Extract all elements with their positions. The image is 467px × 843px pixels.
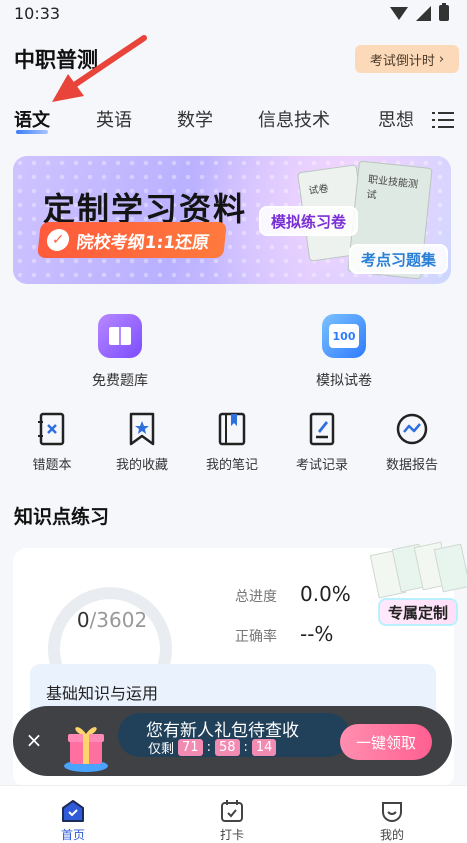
done-count: 0 (76, 608, 90, 632)
annotation-arrow-icon (52, 35, 147, 102)
check-icon: ✓ (45, 229, 71, 251)
calendar-check-icon (221, 800, 243, 822)
timer-colon: : (243, 740, 248, 755)
tab-english[interactable]: 英语 (96, 106, 132, 132)
book-bank-icon (98, 314, 142, 358)
subject-tabs: 语文 英语 数学 信息技术 思想 (0, 102, 467, 142)
free-question-bank[interactable]: 免费题库 (80, 314, 160, 390)
timer-minutes: 58 (214, 739, 240, 756)
tool-favorites[interactable]: 我的收藏 (102, 412, 182, 473)
wrong-book-icon (38, 412, 65, 446)
active-tab-indicator (16, 130, 48, 134)
feature-label-mock-exam: 模拟试卷 (316, 373, 372, 389)
status-bar: 10:33 (0, 0, 467, 26)
notes-icon (218, 412, 246, 446)
tab-it[interactable]: 信息技术 (258, 106, 330, 132)
tool-label: 考试记录 (295, 458, 348, 473)
timer-hours: 71 (178, 739, 203, 756)
data-report-icon (396, 413, 428, 445)
promo-banner[interactable]: 试卷 职业技能测试 定制学习资料 ✓ 院校考纲1:1还原 模拟练习卷 考点习题集 (13, 156, 451, 284)
tool-label: 错题本 (32, 458, 72, 473)
mock-exam[interactable]: 100 模拟试卷 (304, 314, 384, 390)
tool-exam-records[interactable]: 考试记录 (282, 412, 362, 473)
tab-chinese[interactable]: 语文 (14, 106, 50, 132)
gift-box-icon (64, 727, 108, 772)
subject-menu-icon[interactable] (432, 110, 454, 130)
progress-count: 0/3602 (52, 608, 172, 632)
home-icon (62, 800, 84, 822)
book-title-1: 职业技能测试 (365, 174, 419, 202)
nav-label: 打卡 (219, 828, 244, 842)
banner-tag-points: 考点习题集 (349, 244, 449, 274)
tab-math[interactable]: 数学 (177, 106, 213, 132)
status-time: 10:33 (14, 3, 61, 23)
tool-label: 我的收藏 (115, 458, 168, 473)
progress-value: 0.0% (300, 582, 351, 606)
total-count: /3602 (89, 608, 148, 632)
exam-100-icon: 100 (322, 314, 366, 358)
tool-label: 我的笔记 (205, 458, 258, 473)
section-title: 知识点练习 (14, 506, 110, 528)
accuracy-value: --% (300, 622, 334, 646)
exam-record-icon (309, 412, 335, 446)
book-title-2: 试卷 (308, 183, 330, 198)
topic-label: 基础知识与运用 (46, 684, 159, 703)
custom-plan-button[interactable]: 专属定制 (378, 598, 459, 626)
chevron-right-icon: › (438, 51, 445, 67)
banner-tag-mock: 模拟练习卷 (259, 206, 359, 236)
feature-label-free-bank: 免费题库 (92, 373, 148, 389)
exam-badge: 100 (329, 324, 359, 348)
claim-gift-button[interactable]: 一键领取 (340, 724, 432, 760)
tool-notes[interactable]: 我的笔记 (192, 412, 272, 473)
exam-countdown-button[interactable]: 考试倒计时 › (355, 45, 459, 73)
progress-label: 总进度 (235, 589, 277, 605)
battery-icon (439, 3, 449, 21)
profile-icon (382, 802, 402, 823)
bottom-nav: 首页 打卡 我的 (0, 785, 467, 843)
banner-pill-text: 院校考纲1:1还原 (75, 232, 211, 253)
wifi-icon (390, 6, 408, 20)
signal-icon (416, 5, 431, 21)
status-icons (390, 3, 449, 21)
close-icon[interactable]: × (24, 728, 44, 752)
remaining-label: 仅剩 (148, 742, 175, 757)
nav-label: 首页 (60, 828, 85, 842)
bookmark-star-icon (129, 412, 155, 446)
tool-label: 数据报告 (385, 458, 438, 473)
nav-checkin[interactable]: 打卡 (192, 786, 272, 843)
nav-me[interactable]: 我的 (352, 786, 432, 843)
countdown-label: 考试倒计时 (369, 53, 435, 69)
tool-wrong-book[interactable]: 错题本 (12, 412, 92, 473)
banner-pill: ✓ 院校考纲1:1还原 (37, 222, 228, 258)
promo-countdown: 仅剩 71 : 58 : 14 (148, 738, 277, 757)
nav-label: 我的 (379, 828, 404, 842)
accuracy-label: 正确率 (235, 629, 277, 645)
timer-colon: : (206, 740, 211, 755)
tool-data-report[interactable]: 数据报告 (372, 412, 452, 473)
nav-home[interactable]: 首页 (33, 786, 113, 843)
timer-seconds: 14 (251, 739, 277, 756)
